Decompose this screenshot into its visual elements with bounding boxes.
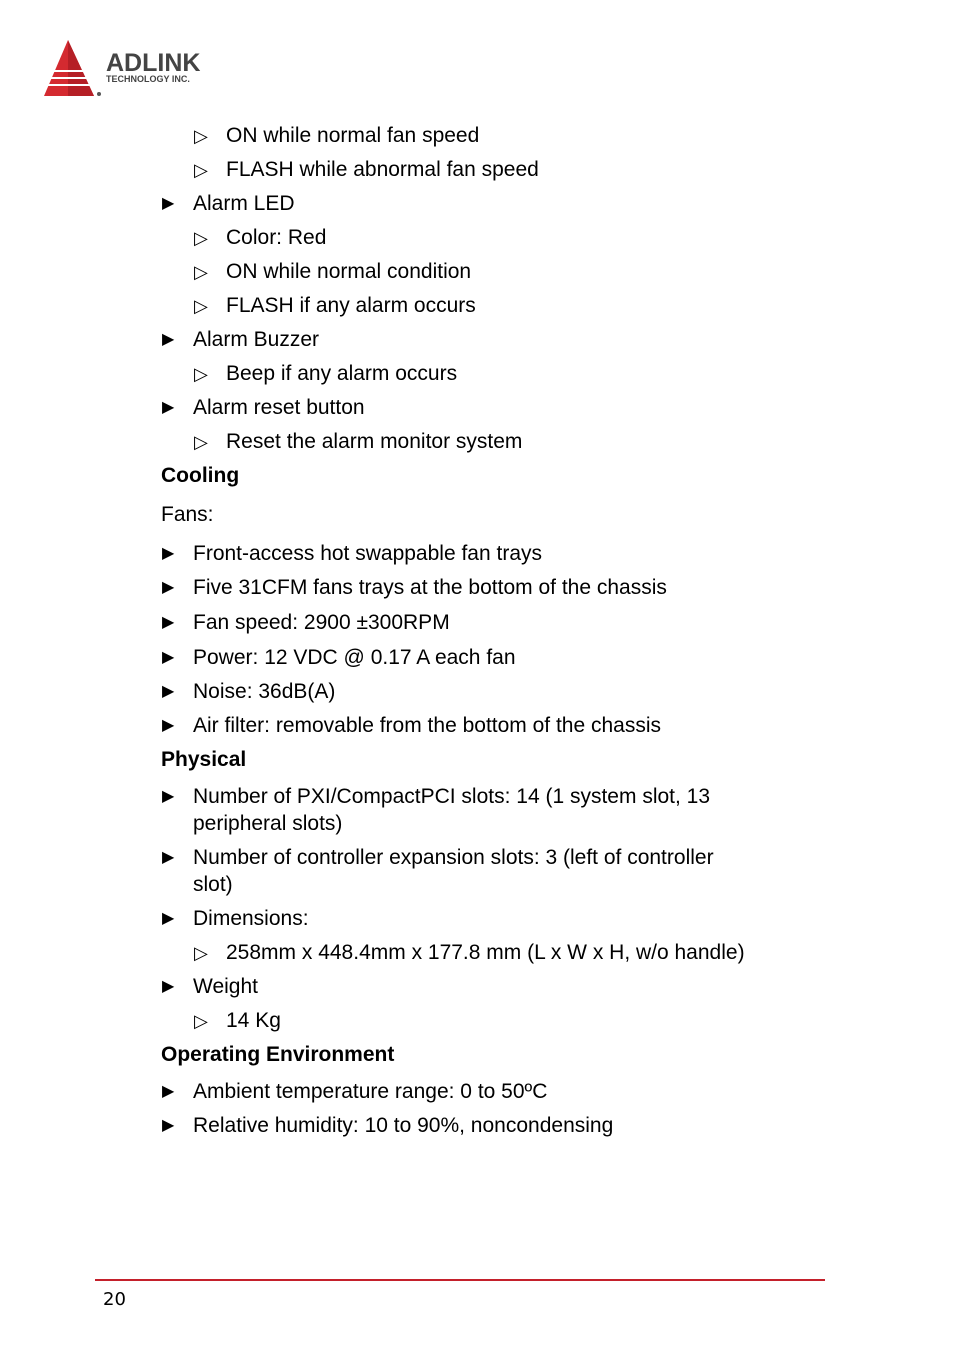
filled-triangle-icon: ▶ (162, 1117, 175, 1134)
adlink-logo-icon: ADLINK TECHNOLOGY INC. (44, 40, 200, 96)
fans-label: Fans: (161, 503, 214, 526)
list-item: ▶ Ambient temperature range: 0 to 50ºC (162, 1080, 548, 1104)
item-text: Reset the alarm monitor system (226, 430, 523, 453)
item-text: Alarm LED (193, 192, 295, 215)
filled-triangle-icon: ▶ (162, 399, 175, 416)
item-text: Relative humidity: 10 to 90%, noncondens… (193, 1114, 614, 1137)
filled-triangle-icon: ▶ (162, 978, 175, 995)
hollow-triangle-icon: ▷ (194, 432, 208, 452)
list-item: ▶ Dimensions: (162, 907, 309, 931)
hollow-triangle-icon: ▷ (194, 943, 208, 963)
item-text: Number of controller expansion slots: 3 … (193, 846, 714, 869)
item-text: Ambient temperature range: 0 to 50ºC (193, 1080, 548, 1103)
hollow-triangle-icon: ▷ (194, 126, 208, 146)
hollow-triangle-icon: ▷ (194, 1011, 208, 1031)
filled-triangle-icon: ▶ (162, 331, 175, 348)
section-heading-cooling: Cooling (161, 464, 240, 487)
list-item: ▶ Alarm reset button (162, 396, 365, 420)
hollow-triangle-icon: ▷ (194, 160, 208, 180)
list-item: ▷ ON while normal condition (194, 260, 472, 284)
item-text: Five 31CFM fans trays at the bottom of t… (193, 576, 667, 599)
list-item: ▶ Alarm Buzzer (162, 328, 320, 352)
item-text-continued: peripheral slots) (193, 812, 343, 835)
list-item: ▶ Fan speed: 2900 ±300RPM (162, 611, 450, 635)
section-heading-physical: Physical (161, 748, 247, 771)
item-text: FLASH if any alarm occurs (226, 294, 476, 317)
list-item: ▶ Air filter: removable from the bottom o… (162, 714, 662, 738)
item-text: Front-access hot swappable fan trays (193, 542, 543, 565)
hollow-triangle-icon: ▷ (194, 228, 208, 248)
list-item: ▷ ON while normal fan speed (194, 124, 480, 148)
list-item: ▷ FLASH if any alarm occurs (194, 294, 476, 318)
list-item: ▶ Weight (162, 975, 258, 999)
filled-triangle-icon: ▶ (162, 717, 175, 734)
filled-triangle-icon: ▶ (162, 195, 175, 212)
list-item: ▷ Beep if any alarm occurs (194, 362, 458, 386)
hollow-triangle-icon: ▷ (194, 262, 208, 282)
filled-triangle-icon: ▶ (162, 683, 175, 700)
list-item: ▶ Noise: 36dB(A) (162, 680, 336, 704)
filled-triangle-icon: ▶ (162, 545, 175, 562)
item-text: Power: 12 VDC @ 0.17 A each fan (193, 646, 516, 669)
item-text: FLASH while abnormal fan speed (226, 158, 539, 181)
logo-subtitle: TECHNOLOGY INC. (106, 74, 190, 84)
item-text: Alarm reset button (193, 396, 365, 419)
footer-divider (95, 1279, 825, 1281)
item-text: Number of PXI/CompactPCI slots: 14 (1 sy… (193, 785, 711, 808)
item-text: Air filter: removable from the bottom of… (193, 714, 662, 737)
list-item: ▶ Relative humidity: 10 to 90%, nonconden… (162, 1114, 614, 1138)
list-item: ▷ Reset the alarm monitor system (194, 430, 523, 454)
list-item: ▶ Five 31CFM fans trays at the bottom of … (162, 576, 667, 600)
list-item: ▶ Front-access hot swappable fan trays (162, 542, 543, 566)
filled-triangle-icon: ▶ (162, 649, 175, 666)
item-text: Color: Red (226, 226, 327, 249)
list-item: ▶ Number of controller expansion slots: 3… (162, 846, 714, 870)
list-item: ▷ 258mm x 448.4mm x 177.8 mm (L x W x H, … (194, 941, 745, 965)
page-number: 20 (103, 1289, 126, 1310)
section-heading-operating-environment: Operating Environment (161, 1043, 395, 1066)
filled-triangle-icon: ▶ (162, 579, 175, 596)
logo-brand: ADLINK (106, 49, 200, 77)
item-text: 258mm x 448.4mm x 177.8 mm (L x W x H, w… (226, 941, 745, 964)
adlink-logo: ADLINK TECHNOLOGY INC. (42, 38, 242, 100)
item-text: Fan speed: 2900 ±300RPM (193, 611, 450, 634)
item-text: ON while normal condition (226, 260, 472, 283)
filled-triangle-icon: ▶ (162, 1083, 175, 1100)
list-item: ▶ Number of PXI/CompactPCI slots: 14 (1 s… (162, 785, 711, 809)
item-text: 14 Kg (226, 1009, 281, 1032)
item-text: Weight (193, 975, 258, 998)
list-item: ▶ Alarm LED (162, 192, 295, 216)
list-item: ▷ FLASH while abnormal fan speed (194, 158, 539, 182)
hollow-triangle-icon: ▷ (194, 296, 208, 316)
hollow-triangle-icon: ▷ (194, 364, 208, 384)
filled-triangle-icon: ▶ (162, 614, 175, 631)
item-text: ON while normal fan speed (226, 124, 480, 147)
filled-triangle-icon: ▶ (162, 849, 175, 866)
item-text-continued: slot) (193, 873, 233, 896)
list-item: ▷ Color: Red (194, 226, 327, 250)
list-item: ▶ Power: 12 VDC @ 0.17 A each fan (162, 646, 516, 670)
item-text: Noise: 36dB(A) (193, 680, 336, 703)
filled-triangle-icon: ▶ (162, 910, 175, 927)
list-item: ▷ 14 Kg (194, 1009, 281, 1033)
filled-triangle-icon: ▶ (162, 788, 175, 805)
item-text: Dimensions: (193, 907, 309, 930)
item-text: Beep if any alarm occurs (226, 362, 458, 385)
item-text: Alarm Buzzer (193, 328, 320, 351)
